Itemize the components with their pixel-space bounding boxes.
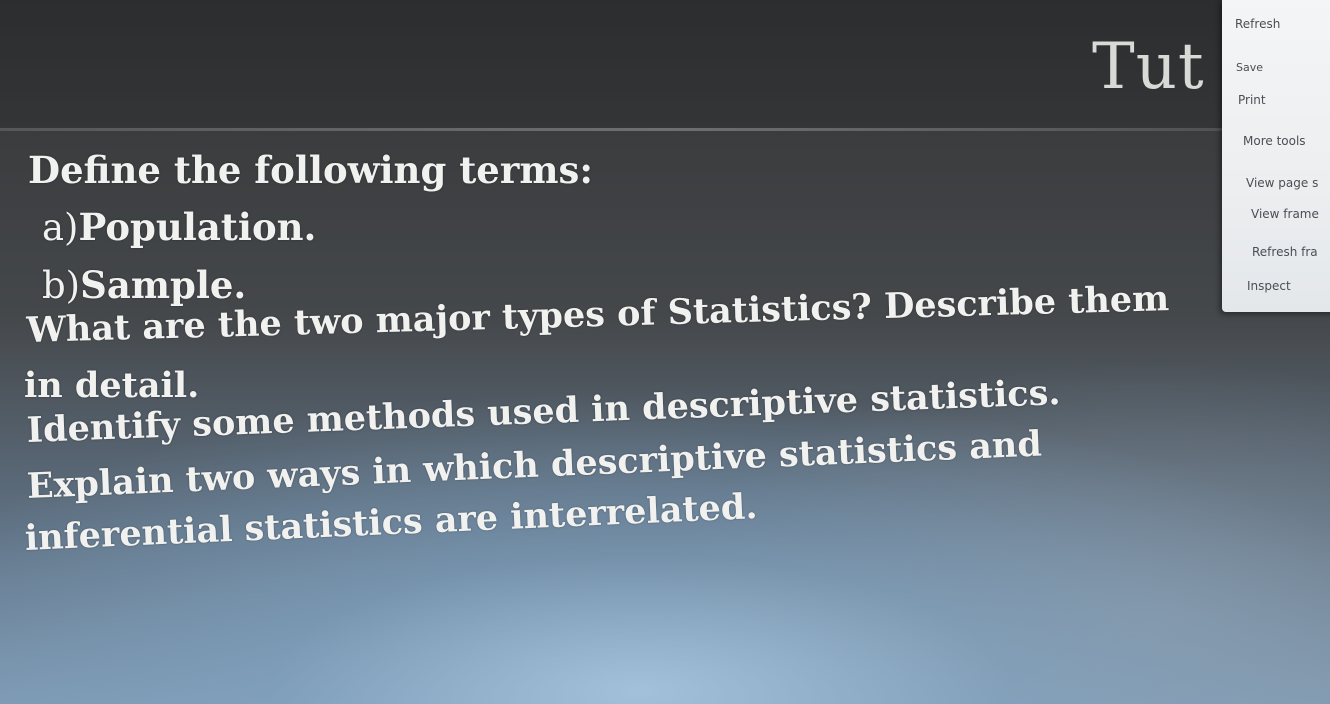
question-types-line-2: in detail. bbox=[24, 365, 200, 406]
menu-item-refresh[interactable]: Refresh bbox=[1222, 17, 1330, 31]
title-divider bbox=[0, 128, 1330, 131]
question-define-terms: Define the following terms: bbox=[28, 148, 593, 192]
list-marker-b: b) bbox=[42, 264, 81, 307]
term-population: a)Population. bbox=[42, 205, 317, 249]
list-marker-a: a) bbox=[42, 206, 79, 249]
menu-item-print[interactable]: Print bbox=[1222, 93, 1330, 107]
term-sample: b)Sample. bbox=[42, 263, 247, 307]
slide-title: Tut bbox=[1092, 30, 1205, 104]
menu-item-view-frame-source[interactable]: View frame bbox=[1222, 207, 1330, 221]
menu-item-refresh-frame[interactable]: Refresh fra bbox=[1222, 245, 1330, 259]
browser-context-menu: Refresh Save Print More tools View page … bbox=[1222, 0, 1330, 312]
projected-screen: Tut Define the following terms: a)Popula… bbox=[0, 0, 1330, 704]
menu-item-save[interactable]: Save bbox=[1222, 60, 1330, 74]
menu-item-inspect[interactable]: Inspect bbox=[1222, 279, 1330, 293]
menu-item-more-tools[interactable]: More tools bbox=[1222, 134, 1330, 148]
menu-item-view-page-source[interactable]: View page s bbox=[1222, 176, 1330, 190]
